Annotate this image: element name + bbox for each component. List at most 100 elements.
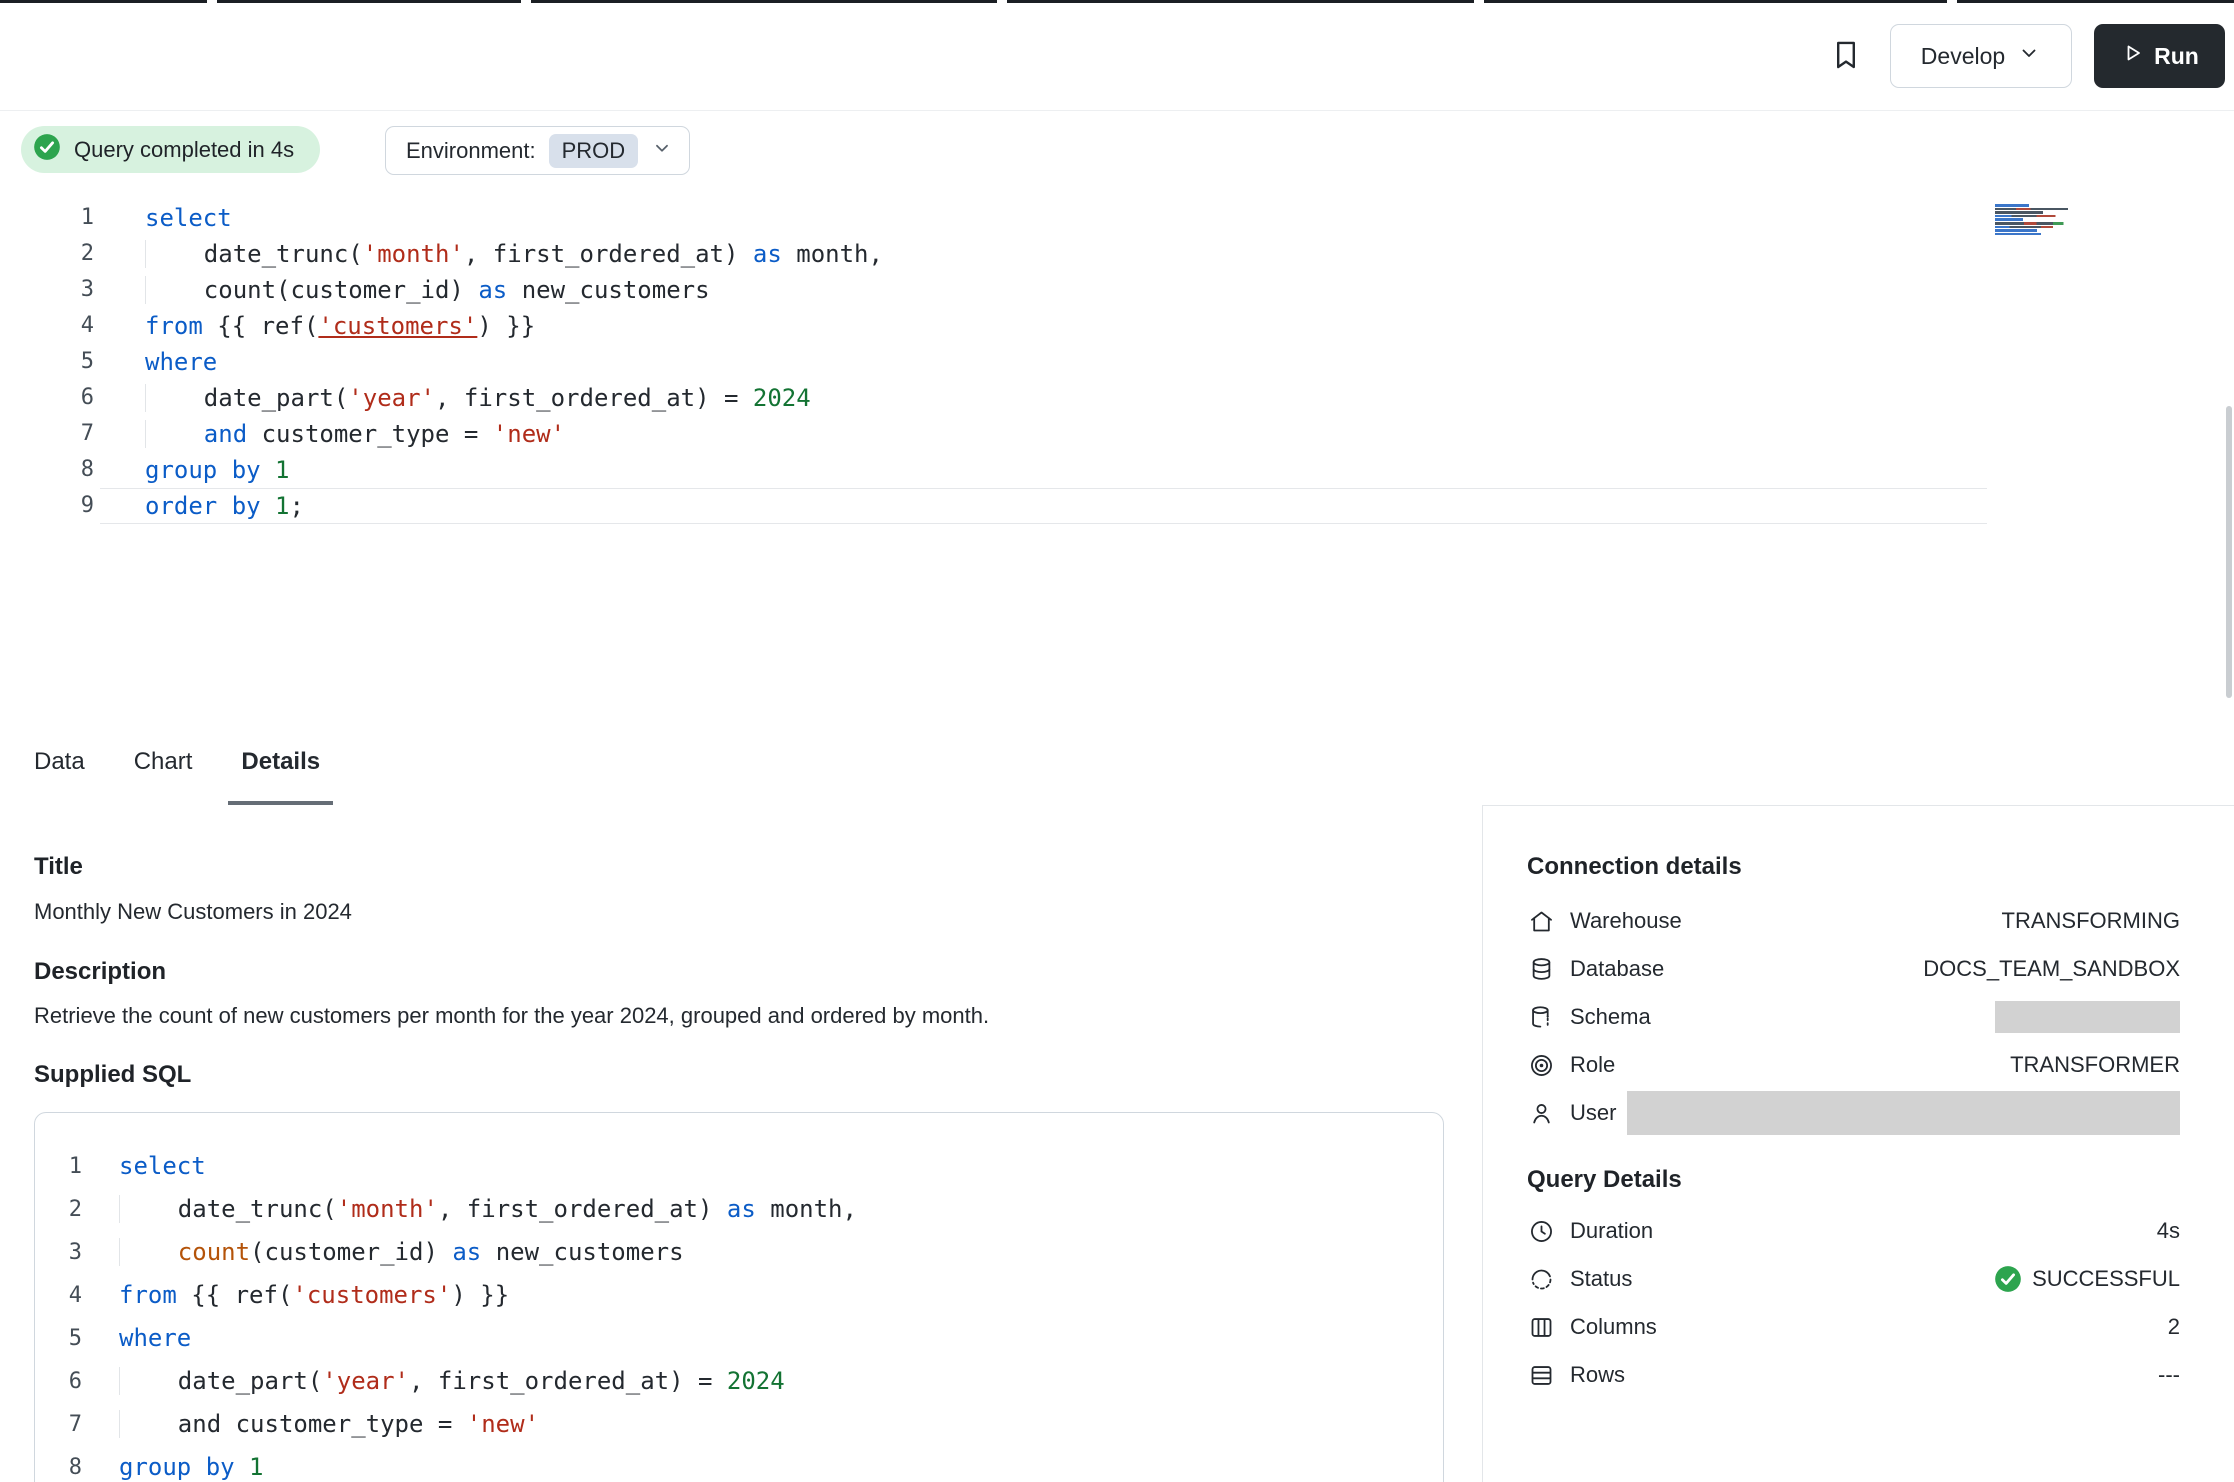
chevron-down-icon [2017, 41, 2041, 71]
warehouse-icon [1527, 907, 1555, 935]
detail-label: Rows [1570, 1362, 1625, 1388]
line-number: 6 [35, 1360, 82, 1403]
detail-row: WarehouseTRANSFORMING [1527, 897, 2180, 945]
query-status-text: Query completed in 4s [74, 137, 294, 163]
detail-value-text: DOCS_TEAM_SANDBOX [1923, 956, 2180, 982]
line-number: 6 [0, 380, 94, 416]
title-value: Monthly New Customers in 2024 [34, 899, 352, 925]
detail-value-text: TRANSFORMER [2010, 1052, 2180, 1078]
line-number: 2 [35, 1188, 82, 1231]
database-icon [1527, 955, 1555, 983]
description-heading: Description [34, 958, 166, 986]
connection-details-rows: WarehouseTRANSFORMINGDatabaseDOCS_TEAM_S… [1527, 897, 2180, 1137]
detail-value: 4s [2157, 1218, 2180, 1244]
vertical-scrollbar[interactable] [2226, 406, 2232, 698]
code-text: group by 1 [82, 1446, 264, 1482]
user-icon [1527, 1099, 1555, 1127]
header-divider [0, 110, 2234, 111]
connection-details-heading: Connection details [1527, 853, 1742, 881]
detail-value-text: 2 [2168, 1314, 2180, 1340]
title-heading: Title [34, 853, 83, 881]
detail-label: Duration [1570, 1218, 1653, 1244]
line-number: 4 [0, 308, 94, 344]
code-line: 8group by 1 [0, 452, 2100, 488]
line-number: 5 [35, 1317, 82, 1360]
code-line: 6 date_part('year', first_ordered_at) = … [0, 380, 2100, 416]
header-toolbar: Develop Run [1824, 24, 2225, 88]
code-text: where [82, 1317, 191, 1360]
detail-label: Role [1570, 1052, 1615, 1078]
line-number: 4 [35, 1274, 82, 1317]
detail-row: StatusSUCCESSFUL [1527, 1255, 2180, 1303]
query-details-rows: Duration4sStatusSUCCESSFULColumns2Rows--… [1527, 1207, 2180, 1399]
success-check-icon [1994, 1265, 2022, 1293]
environment-select[interactable]: Environment: PROD [385, 126, 690, 175]
develop-button-label: Develop [1921, 43, 2005, 70]
ref-link[interactable]: 'customers' [318, 312, 477, 340]
line-number: 7 [35, 1403, 82, 1446]
detail-value: --- [2158, 1362, 2180, 1388]
duration-icon [1527, 1217, 1555, 1245]
code-text: select [82, 1145, 206, 1188]
editor-minimap[interactable] [1995, 204, 2099, 236]
code-line: 2 date_trunc('month', first_ordered_at) … [0, 236, 2100, 272]
tab-chart[interactable]: Chart [134, 719, 193, 805]
code-text: count(customer_id) as new_customers [82, 1231, 684, 1274]
code-text: date_part('year', first_ordered_at) = 20… [94, 380, 811, 416]
tab-data[interactable]: Data [34, 719, 85, 805]
line-number: 1 [35, 1145, 82, 1188]
code-line: 4from {{ ref('customers') }} [0, 308, 2100, 344]
code-line: 3 count(customer_id) as new_customers [0, 272, 2100, 308]
code-line: 3 count(customer_id) as new_customers [35, 1231, 1443, 1274]
detail-value-text: TRANSFORMING [2002, 908, 2180, 934]
line-number: 1 [0, 200, 94, 236]
detail-value: SUCCESSFUL [1994, 1265, 2180, 1293]
line-number: 3 [0, 272, 94, 308]
status-icon [1527, 1265, 1555, 1293]
code-text: select [94, 200, 232, 236]
line-number: 5 [0, 344, 94, 380]
sql-editor[interactable]: 1select2 date_trunc('month', first_order… [0, 200, 2100, 524]
line-number: 7 [0, 416, 94, 452]
play-icon [2120, 41, 2144, 71]
tab-data-label: Data [34, 748, 85, 776]
detail-value-text: 4s [2157, 1218, 2180, 1244]
detail-label: User [1570, 1100, 1616, 1126]
detail-row: Schema [1527, 993, 2180, 1041]
run-button[interactable]: Run [2094, 24, 2225, 88]
line-number: 2 [0, 236, 94, 272]
code-line: 5where [0, 344, 2100, 380]
code-text: order by 1; [94, 488, 304, 524]
success-check-icon [33, 133, 61, 167]
environment-label: Environment: [406, 138, 536, 164]
code-text: group by 1 [94, 452, 290, 488]
code-text: and customer_type = 'new' [94, 416, 565, 452]
line-number: 8 [35, 1446, 82, 1482]
code-line: 1select [0, 200, 2100, 236]
redacted-value [1995, 1001, 2180, 1033]
chevron-down-icon [651, 137, 673, 165]
run-button-label: Run [2154, 43, 2199, 70]
code-line: 5where [35, 1317, 1443, 1360]
detail-value-text: SUCCESSFUL [2032, 1266, 2180, 1292]
detail-value: TRANSFORMING [2002, 908, 2180, 934]
code-line: 7 and customer_type = 'new' [0, 416, 2100, 452]
columns-icon [1527, 1313, 1555, 1341]
develop-button[interactable]: Develop [1890, 24, 2072, 88]
line-number: 9 [0, 488, 94, 524]
code-line: 4from {{ ref('customers') }} [35, 1274, 1443, 1317]
detail-value [1995, 1001, 2180, 1033]
supplied-sql-block: 1select2 date_trunc('month', first_order… [34, 1112, 1444, 1482]
detail-value: DOCS_TEAM_SANDBOX [1923, 956, 2180, 982]
code-line: 6 date_part('year', first_ordered_at) = … [35, 1360, 1443, 1403]
detail-row: Duration 4s [1527, 1207, 2180, 1255]
detail-row: User [1527, 1089, 2180, 1137]
supplied-sql-heading: Supplied SQL [34, 1061, 191, 1089]
bookmark-button[interactable] [1824, 34, 1868, 78]
code-line: 2 date_trunc('month', first_ordered_at) … [35, 1188, 1443, 1231]
tab-details[interactable]: Details [241, 719, 320, 805]
detail-value-text: --- [2158, 1362, 2180, 1388]
code-line: 8group by 1 [35, 1446, 1443, 1482]
detail-row: Role TRANSFORMER [1527, 1041, 2180, 1089]
query-status-badge: Query completed in 4s [21, 126, 320, 173]
